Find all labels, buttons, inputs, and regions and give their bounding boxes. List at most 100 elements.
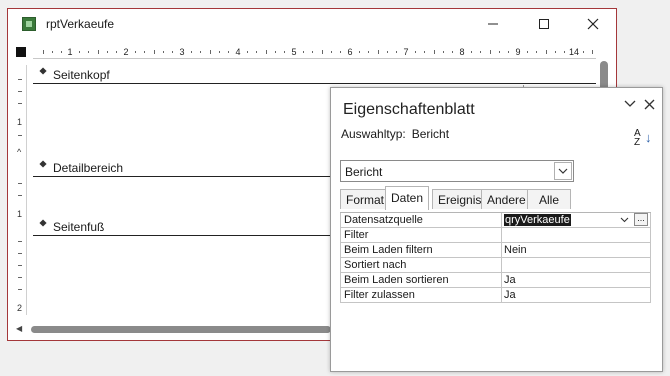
- property-value[interactable]: Nein: [502, 243, 651, 258]
- tab-ereignis[interactable]: Ereignis: [432, 189, 488, 209]
- property-value[interactable]: [502, 258, 651, 273]
- ruler-tick: [172, 51, 173, 53]
- collapse-button[interactable]: [621, 95, 639, 113]
- ruler-tick: [107, 51, 108, 53]
- selection-type-label: Auswahltyp:: [341, 127, 406, 141]
- chevron-down-icon[interactable]: [554, 162, 572, 180]
- property-row: Filter: [340, 228, 651, 243]
- ruler-tick: [18, 253, 22, 254]
- ruler-number: 1: [17, 117, 23, 127]
- property-value: qryVerkaeufe: [504, 214, 571, 226]
- ruler-tick: [18, 241, 22, 242]
- ruler-tick: [135, 51, 136, 53]
- ruler-tick: [508, 51, 509, 53]
- ruler-tick: [18, 79, 22, 80]
- tab-daten[interactable]: Daten: [385, 186, 430, 210]
- section-arrow-icon: ⯁: [39, 67, 47, 78]
- ruler-tick: [88, 51, 89, 53]
- selection-type: Auswahltyp: Bericht: [341, 127, 449, 141]
- scrollbar-thumb[interactable]: [31, 326, 331, 333]
- property-row: Filter zulassen Ja: [340, 288, 651, 303]
- ruler-tick: [331, 51, 332, 53]
- chevron-down-icon[interactable]: [617, 214, 631, 226]
- ruler-tick: [378, 50, 379, 54]
- close-icon: [587, 18, 599, 30]
- ruler-number: 6: [347, 47, 353, 57]
- property-sheet-title: Eigenschaftenblatt: [343, 101, 475, 118]
- ruler-tick: [359, 51, 360, 53]
- ruler-tick: [18, 91, 22, 92]
- ruler-tick: [564, 51, 565, 53]
- scroll-left-icon[interactable]: ◀: [16, 324, 22, 333]
- minimize-icon: [488, 23, 498, 25]
- ruler-tick: [154, 50, 155, 54]
- close-pane-button[interactable]: [640, 95, 658, 113]
- ruler-tick: [471, 51, 472, 53]
- tab-alle[interactable]: Alle: [527, 189, 571, 209]
- maximize-button[interactable]: [529, 13, 559, 35]
- ruler-tick: [275, 51, 276, 53]
- ruler-tick: [79, 51, 80, 53]
- section-header-seitenkopf[interactable]: ⯁ Seitenkopf: [33, 66, 596, 84]
- ruler-tick: [387, 51, 388, 53]
- property-value[interactable]: [502, 228, 651, 243]
- property-name[interactable]: Beim Laden filtern: [340, 243, 502, 258]
- property-name[interactable]: Datensatzquelle: [340, 213, 502, 228]
- property-row: Beim Laden sortieren Ja: [340, 273, 651, 288]
- ruler-tick: [424, 51, 425, 53]
- property-name[interactable]: Filter zulassen: [340, 288, 502, 303]
- section-label: Seitenkopf: [53, 68, 110, 82]
- property-name[interactable]: Sortiert nach: [340, 258, 502, 273]
- object-selector[interactable]: Bericht: [340, 160, 574, 182]
- horizontal-ruler[interactable]: 1 2 3 4 5 6 7 8 9 14: [33, 45, 596, 59]
- ruler-tick: [434, 50, 435, 54]
- ruler-tick: [18, 265, 22, 266]
- close-button[interactable]: [578, 13, 608, 35]
- ruler-number: 2: [123, 47, 129, 57]
- minimize-button[interactable]: [478, 13, 508, 35]
- ruler-tick: [340, 51, 341, 53]
- ruler-tick: [98, 50, 99, 54]
- ruler-tick: [452, 51, 453, 53]
- ruler-number: 2: [17, 303, 23, 313]
- ruler-tick: [555, 51, 556, 53]
- ruler-tick: [256, 51, 257, 53]
- ruler-tick: [527, 51, 528, 53]
- report-icon: [22, 17, 36, 31]
- close-icon: [644, 99, 654, 109]
- ruler-tick: [583, 51, 584, 53]
- chevron-down-icon: [624, 100, 636, 107]
- ruler-number: 7: [403, 47, 409, 57]
- ruler-number: 8: [459, 47, 465, 57]
- property-name[interactable]: Beim Laden sortieren: [340, 273, 502, 288]
- ruler-tick: [200, 51, 201, 53]
- maximize-icon: [539, 19, 549, 29]
- property-table: Datensatzquelle qryVerkaeufe ... Filter …: [340, 212, 651, 303]
- property-row: Sortiert nach: [340, 258, 651, 273]
- section-label: Seitenfuß: [53, 220, 105, 234]
- tab-format[interactable]: Format: [340, 189, 391, 209]
- ruler-tick: [210, 50, 211, 54]
- ruler-number: 1: [17, 209, 23, 219]
- tab-andere[interactable]: Andere: [481, 189, 532, 209]
- vertical-ruler[interactable]: 1 ^ 1 2: [13, 65, 27, 315]
- report-selector-box[interactable]: [16, 47, 26, 57]
- ruler-tick: [219, 51, 220, 53]
- property-value[interactable]: Ja: [502, 288, 651, 303]
- ruler-tick: [546, 50, 547, 54]
- property-sheet-pane: Eigenschaftenblatt Auswahltyp: Bericht AZ…: [330, 87, 663, 372]
- property-value-field[interactable]: qryVerkaeufe ...: [502, 213, 651, 228]
- ruler-tick: [303, 51, 304, 53]
- ruler-tick: [18, 183, 22, 184]
- ruler-tick: [499, 51, 500, 53]
- ruler-tick: [247, 51, 248, 53]
- property-value[interactable]: Ja: [502, 273, 651, 288]
- ruler-number: 14: [568, 47, 580, 57]
- sort-az-icon[interactable]: A Z ↓: [634, 129, 654, 151]
- property-row: Datensatzquelle qryVerkaeufe ...: [340, 213, 651, 228]
- ruler-tick: [116, 51, 117, 53]
- ruler-tick: [144, 51, 145, 53]
- property-row: Beim Laden filtern Nein: [340, 243, 651, 258]
- builder-button[interactable]: ...: [634, 213, 648, 226]
- property-name[interactable]: Filter: [340, 228, 502, 243]
